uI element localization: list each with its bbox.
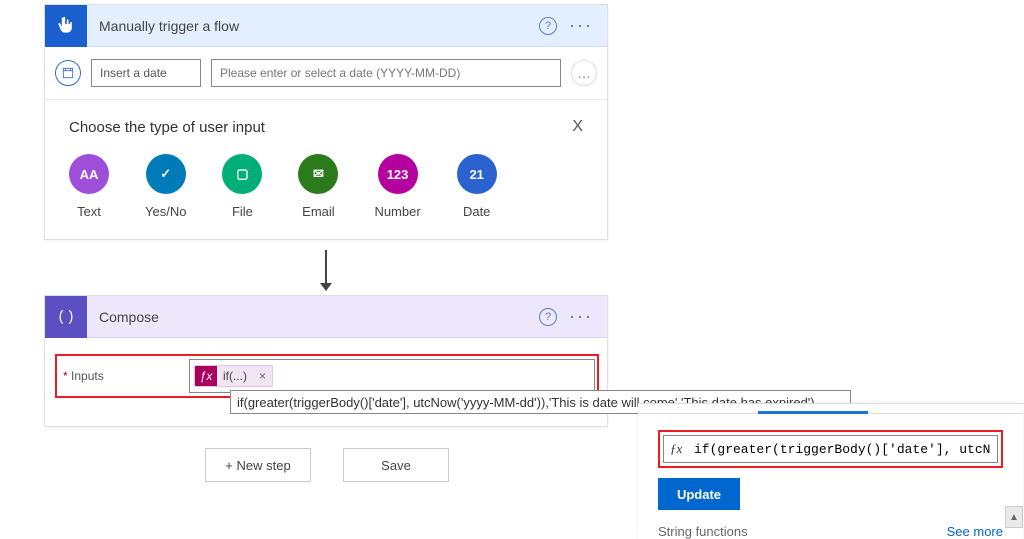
help-icon[interactable]: ? — [539, 17, 557, 35]
new-step-button[interactable]: + New step — [205, 448, 311, 482]
compose-title: Compose — [87, 309, 539, 325]
input-type-label: Yes/No — [145, 204, 186, 219]
inputs-label: Inputs — [59, 369, 189, 383]
trigger-title: Manually trigger a flow — [87, 18, 539, 34]
input-type-file[interactable]: ▢ File — [222, 154, 262, 219]
more-menu-icon[interactable]: ··· — [569, 15, 593, 36]
tab-expression-active — [758, 411, 868, 414]
input-type-heading: Choose the type of user input — [69, 119, 265, 136]
fx-icon: ƒx — [670, 441, 686, 457]
expression-input-highlight: ƒx — [658, 430, 1003, 468]
input-type-email[interactable]: ✉ Email — [298, 154, 338, 219]
compose-actions: ? ··· — [539, 306, 607, 327]
input-type-date[interactable]: 21 Date — [457, 154, 497, 219]
input-type-label: Email — [302, 204, 335, 219]
inputs-field[interactable]: ƒx if(...) × — [189, 359, 595, 393]
input-type-number[interactable]: 123 Number — [374, 154, 420, 219]
trigger-param-row: Insert a date Please enter or select a d… — [45, 47, 607, 100]
input-type-label: Text — [77, 204, 101, 219]
param-more-button[interactable]: … — [571, 60, 597, 86]
calendar-icon — [55, 60, 81, 86]
function-section-label: String functions — [658, 524, 748, 539]
remove-chip-icon[interactable]: × — [253, 369, 272, 383]
input-type-label: Date — [463, 204, 490, 219]
help-icon[interactable]: ? — [539, 308, 557, 326]
expression-tabs[interactable] — [638, 404, 1023, 414]
compose-icon — [45, 296, 87, 338]
expression-chip-label: if(...) — [217, 369, 253, 383]
expression-input[interactable]: ƒx — [663, 435, 998, 463]
input-type-label: Number — [374, 204, 420, 219]
save-button[interactable]: Save — [343, 448, 449, 482]
footer-buttons: + New step Save — [205, 448, 449, 482]
input-type-yesno[interactable]: ✓ Yes/No — [145, 154, 186, 219]
expression-text-input[interactable] — [694, 442, 991, 457]
expression-chip[interactable]: ƒx if(...) × — [194, 365, 273, 387]
close-icon[interactable]: X — [572, 118, 583, 136]
trigger-actions: ? ··· — [539, 15, 607, 36]
number-type-icon: 123 — [378, 154, 418, 194]
compose-header[interactable]: Compose ? ··· — [45, 296, 607, 338]
more-menu-icon[interactable]: ··· — [569, 306, 593, 327]
connector-arrow — [325, 250, 327, 290]
date-type-icon: 21 — [457, 154, 497, 194]
update-button[interactable]: Update — [658, 478, 740, 510]
trigger-header[interactable]: Manually trigger a flow ? ··· — [45, 5, 607, 47]
trigger-card: Manually trigger a flow ? ··· Insert a d… — [44, 4, 608, 240]
input-type-section: Choose the type of user input X AA Text … — [45, 100, 607, 239]
input-type-text[interactable]: AA Text — [69, 154, 109, 219]
text-type-icon: AA — [69, 154, 109, 194]
input-type-label: File — [232, 204, 253, 219]
expression-panel: ƒx Update String functions See more ▲ — [638, 403, 1023, 539]
scroll-up-icon[interactable]: ▲ — [1005, 506, 1023, 528]
param-name-input[interactable]: Insert a date — [91, 59, 201, 87]
manual-trigger-icon — [45, 5, 87, 47]
yesno-type-icon: ✓ — [146, 154, 186, 194]
fx-icon: ƒx — [195, 365, 217, 387]
email-type-icon: ✉ — [298, 154, 338, 194]
param-value-input[interactable]: Please enter or select a date (YYYY-MM-D… — [211, 59, 561, 87]
file-type-icon: ▢ — [222, 154, 262, 194]
see-more-link[interactable]: See more — [947, 524, 1003, 539]
